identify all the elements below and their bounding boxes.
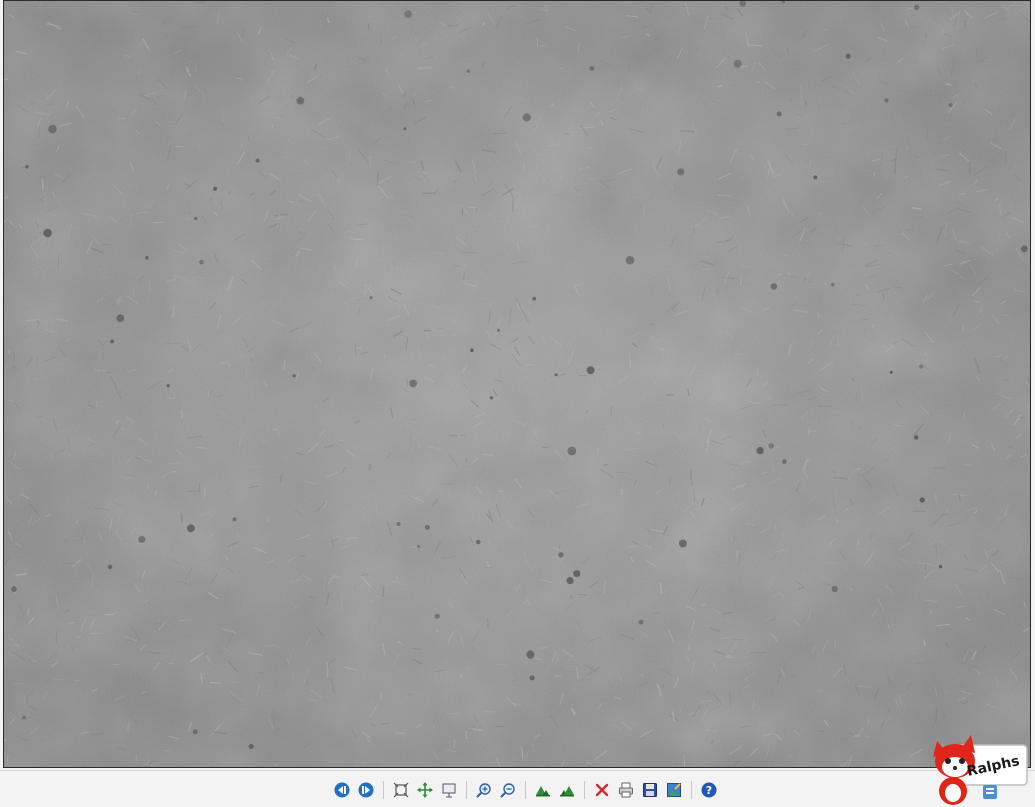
fox-belly — [945, 784, 961, 802]
fox-nose — [953, 766, 957, 770]
svg-text:?: ? — [706, 784, 712, 797]
previous-image-button[interactable] — [332, 780, 352, 800]
image-display-area[interactable] — [3, 0, 1031, 768]
fox-right-eye — [959, 758, 965, 764]
toolbar-separator — [584, 781, 585, 799]
toolbar-separator — [691, 781, 692, 799]
next-image-button[interactable] — [356, 780, 376, 800]
help-button[interactable]: ? — [699, 780, 719, 800]
fox-mascot-logo: Ralphs — [931, 731, 1031, 807]
delete-button[interactable] — [592, 780, 612, 800]
edit-image-icon — [666, 782, 682, 798]
edit-image-button[interactable] — [664, 780, 684, 800]
save-icon — [642, 782, 658, 798]
print-icon — [618, 782, 634, 798]
previous-icon — [334, 782, 350, 798]
viewer-toolbar: ? — [0, 770, 1035, 807]
delete-icon — [594, 782, 610, 798]
next-icon — [358, 782, 374, 798]
photo-grain — [4, 1, 1030, 767]
zoom-out-icon — [500, 782, 516, 798]
zoom-in-icon — [476, 782, 492, 798]
toolbar-separator — [383, 781, 384, 799]
image-viewer-window: ? Ralphs — [0, 0, 1035, 807]
rotate-right-icon — [559, 782, 575, 798]
slideshow-icon — [441, 782, 457, 798]
fox-left-eye — [945, 758, 951, 764]
zoom-in-button[interactable] — [474, 780, 494, 800]
fit-to-window-button[interactable] — [391, 780, 411, 800]
save-button[interactable] — [640, 780, 660, 800]
help-icon: ? — [701, 782, 717, 798]
rotate-left-button[interactable] — [533, 780, 553, 800]
print-button[interactable] — [616, 780, 636, 800]
microstructure-photo — [4, 1, 1030, 767]
rotate-right-button[interactable] — [557, 780, 577, 800]
actual-size-icon — [417, 782, 433, 798]
zoom-out-button[interactable] — [498, 780, 518, 800]
toolbar-buttons: ? — [330, 780, 721, 800]
slideshow-button[interactable] — [439, 780, 459, 800]
toolbar-separator — [466, 781, 467, 799]
rotate-left-icon — [535, 782, 551, 798]
actual-size-button[interactable] — [415, 780, 435, 800]
toolbar-separator — [525, 781, 526, 799]
fit-window-icon — [393, 782, 409, 798]
